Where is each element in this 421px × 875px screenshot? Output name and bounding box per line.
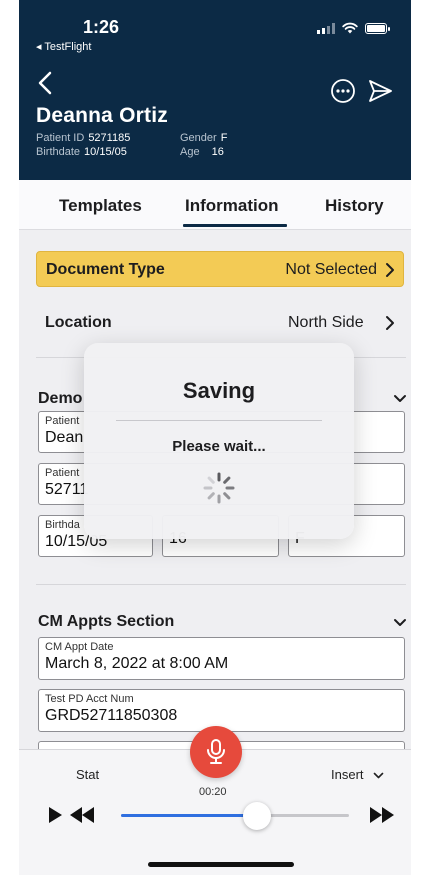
tab-templates[interactable]: Templates <box>59 196 142 216</box>
tab-bar: Templates Information History <box>19 180 411 230</box>
gender-row: Gender F <box>180 132 227 144</box>
insert-label: Insert <box>331 767 364 782</box>
demographics-section-title: Demo <box>38 390 83 407</box>
dialog-message: Please wait... <box>172 438 266 455</box>
patient-name: Deanna Ortiz <box>36 104 168 127</box>
location-value: North Side <box>288 314 364 331</box>
back-to-testflight-link[interactable]: ◂ TestFlight <box>36 40 91 53</box>
document-type-label: Document Type <box>46 261 165 278</box>
age-label: Age <box>180 146 200 158</box>
gender-value: F <box>220 132 228 144</box>
loading-spinner-icon <box>203 472 235 504</box>
microphone-icon <box>207 739 225 764</box>
age-row: Age 16 <box>180 146 224 158</box>
field-label: Birthda <box>45 519 80 531</box>
stat-button[interactable]: Stat <box>76 767 99 782</box>
field-label: CM Appt Date <box>45 641 114 653</box>
patient-header: 1:26 ◂ TestFlight Deanna Ortiz Patient I <box>19 0 411 180</box>
field-value: 52711 <box>45 481 89 498</box>
gender-label: Gender <box>180 132 217 144</box>
document-type-value: Not Selected <box>285 261 377 278</box>
app-screen: 1:26 ◂ TestFlight Deanna Ortiz Patient I <box>19 0 411 875</box>
status-time: 1:26 <box>83 17 120 37</box>
location-label: Location <box>45 314 112 331</box>
wifi-icon <box>342 22 358 34</box>
battery-icon <box>365 22 390 34</box>
patient-id-label: Patient ID <box>36 132 85 144</box>
insert-dropdown[interactable]: Insert <box>331 767 384 782</box>
patient-id-row: Patient ID 5271185 <box>36 132 130 144</box>
cm-appts-section-title: CM Appts Section <box>38 613 175 630</box>
patient-id-value: 5271185 <box>88 132 131 144</box>
tab-history[interactable]: History <box>325 196 384 216</box>
birthdate-value: 10/15/05 <box>84 146 127 158</box>
signal-icon <box>317 22 335 34</box>
record-microphone-button[interactable] <box>190 726 242 778</box>
dialog-divider <box>116 420 322 421</box>
age-value: 16 <box>211 146 224 158</box>
back-chevron-icon[interactable] <box>35 70 57 96</box>
cm-appt-date-field[interactable]: CM Appt Date March 8, 2022 at 8:00 AM <box>38 637 405 680</box>
chevron-down-icon <box>373 772 384 779</box>
playback-scrubber-handle[interactable] <box>243 802 271 830</box>
status-icons <box>317 22 390 34</box>
document-type-row[interactable]: Document Type Not Selected <box>36 251 404 287</box>
fast-forward-icon[interactable] <box>369 806 395 824</box>
birthdate-label: Birthdate <box>36 146 81 158</box>
birthdate-row: Birthdate 10/15/05 <box>36 146 127 158</box>
chevron-down-icon[interactable] <box>393 618 407 627</box>
field-value: GRD52711850308 <box>45 707 178 724</box>
active-tab-indicator <box>183 224 287 227</box>
test-pd-acct-num-field[interactable]: Test PD Acct Num GRD52711850308 <box>38 689 405 732</box>
home-indicator[interactable] <box>148 862 294 867</box>
play-icon[interactable] <box>48 806 63 824</box>
field-label: Patient <box>45 415 80 427</box>
dialog-title: Saving <box>182 378 256 403</box>
recording-timer: 00:20 <box>199 786 227 798</box>
playback-progress-fill <box>121 814 263 817</box>
playback-progress-track[interactable] <box>121 814 349 817</box>
saving-dialog: Saving Please wait... <box>84 343 354 539</box>
field-value: Dean <box>45 429 84 446</box>
tab-information[interactable]: Information <box>185 196 279 216</box>
field-label: Patient <box>45 467 80 479</box>
send-icon[interactable] <box>367 78 393 104</box>
chevron-right-icon <box>386 316 394 330</box>
chevron-right-icon <box>386 263 394 277</box>
chevron-down-icon[interactable] <box>393 394 407 403</box>
rewind-icon[interactable] <box>69 806 95 824</box>
field-value: March 8, 2022 at 8:00 AM <box>45 655 229 672</box>
more-options-icon[interactable] <box>330 78 356 104</box>
field-label: Test PD Acct Num <box>45 693 134 705</box>
divider <box>36 584 406 585</box>
